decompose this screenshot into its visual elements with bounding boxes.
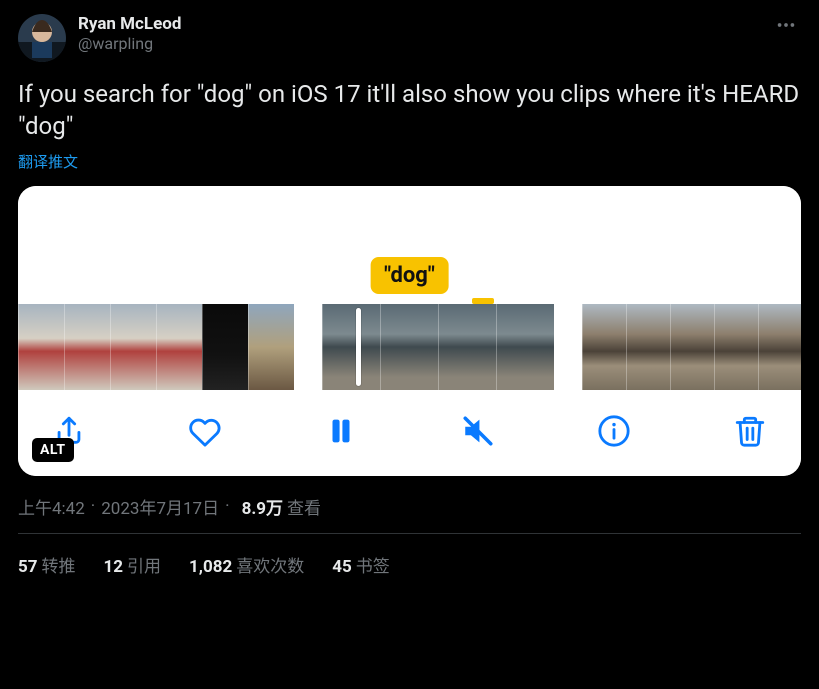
views-label: 查看 — [287, 494, 321, 519]
clip-thumb — [18, 304, 64, 390]
clip-thumb — [322, 304, 380, 390]
clip-group[interactable] — [322, 304, 554, 390]
clip-thumb — [438, 304, 496, 390]
media-toolbar — [18, 396, 801, 476]
clip-thumb — [156, 304, 202, 390]
clip-thumb — [758, 304, 801, 390]
meta-separator: · — [91, 496, 95, 516]
stat-retweets[interactable]: 57转推 — [18, 552, 76, 577]
tweet-time[interactable]: 上午4:42 — [18, 494, 85, 519]
clip-thumb — [248, 304, 294, 390]
handle: @warpling — [78, 34, 771, 53]
clip-thumb — [582, 304, 626, 390]
playhead[interactable] — [356, 308, 361, 386]
translate-link[interactable]: 翻译推文 — [18, 151, 78, 172]
like-button[interactable] — [188, 414, 222, 448]
mute-icon — [461, 414, 495, 448]
tweet-date[interactable]: 2023年7月17日 — [101, 494, 219, 519]
tweet-stats: 57转推 12引用 1,082喜欢次数 45书签 — [18, 534, 801, 577]
tweet-container: Ryan McLeod @warpling If you search for … — [0, 0, 819, 577]
more-button[interactable] — [771, 10, 801, 44]
trash-icon — [733, 414, 767, 448]
media-card[interactable]: "dog" — [18, 186, 801, 476]
clip-thumb — [64, 304, 110, 390]
clip-thumb — [714, 304, 758, 390]
tweet-text: If you search for "dog" on iOS 17 it'll … — [18, 78, 801, 143]
meta-separator: · — [225, 496, 229, 516]
tweet-meta: 上午4:42 · 2023年7月17日 · 8.9万 查看 — [18, 494, 801, 519]
pause-icon — [324, 414, 358, 448]
more-icon — [775, 14, 797, 36]
pause-button[interactable] — [324, 414, 358, 448]
avatar[interactable] — [18, 14, 66, 62]
author-names[interactable]: Ryan McLeod @warpling — [78, 14, 771, 53]
clip-group[interactable] — [18, 304, 294, 390]
delete-button[interactable] — [733, 414, 767, 448]
clip-thumb — [110, 304, 156, 390]
tweet-header: Ryan McLeod @warpling — [18, 14, 801, 62]
heart-icon — [188, 414, 222, 448]
clip-thumb — [626, 304, 670, 390]
clip-thumb — [380, 304, 438, 390]
clip-timeline[interactable] — [18, 294, 801, 396]
search-chip: "dog" — [370, 257, 449, 294]
info-button[interactable] — [597, 414, 631, 448]
info-icon — [597, 414, 631, 448]
stat-bookmarks[interactable]: 45书签 — [332, 552, 390, 577]
mute-button[interactable] — [461, 414, 495, 448]
clip-group[interactable] — [582, 304, 801, 390]
clip-thumb — [496, 304, 554, 390]
stat-quotes[interactable]: 12引用 — [104, 552, 162, 577]
alt-badge[interactable]: ALT — [32, 438, 74, 462]
clip-thumb — [670, 304, 714, 390]
media-top: "dog" — [18, 186, 801, 294]
stat-likes[interactable]: 1,082喜欢次数 — [189, 552, 304, 577]
display-name: Ryan McLeod — [78, 14, 771, 34]
views-count: 8.9万 — [242, 494, 283, 519]
clip-thumb — [202, 304, 248, 390]
